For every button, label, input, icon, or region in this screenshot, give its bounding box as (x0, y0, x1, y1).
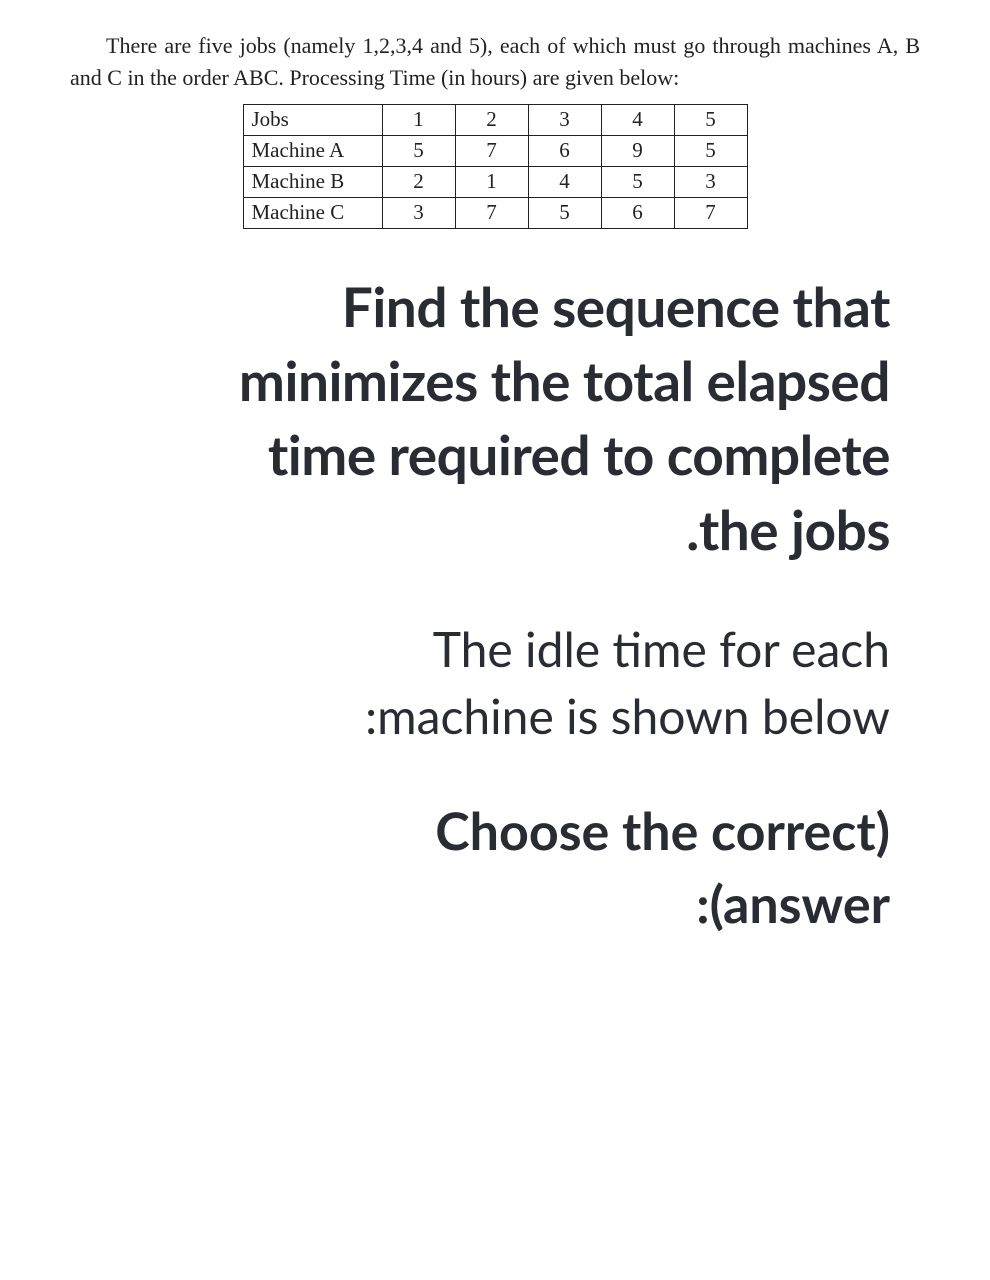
table-header-cell: 1 (382, 104, 455, 135)
question-main-line: Find the sequence that (342, 273, 890, 339)
table-header-row: Jobs 1 2 3 4 5 (243, 104, 747, 135)
table-header-jobs: Jobs (243, 104, 382, 135)
table-row: Machine B 2 1 4 5 3 (243, 166, 747, 197)
table-cell: 4 (528, 166, 601, 197)
table-header-cell: 2 (455, 104, 528, 135)
table-row-label: Machine C (243, 197, 382, 228)
table-cell: 5 (382, 135, 455, 166)
question-main: Find the sequence that minimizes the tot… (60, 269, 890, 566)
processing-time-table-wrap: Jobs 1 2 3 4 5 Machine A 5 7 6 9 5 Machi… (60, 104, 930, 229)
table-header-cell: 5 (674, 104, 747, 135)
table-cell: 1 (455, 166, 528, 197)
question-sub-line: :machine is shown below (365, 688, 890, 745)
question-main-line: minimizes the total elapsed (239, 347, 890, 413)
table-cell: 7 (455, 197, 528, 228)
table-header-cell: 3 (528, 104, 601, 135)
table-row-label: Machine B (243, 166, 382, 197)
problem-statement: There are five jobs (namely 1,2,3,4 and … (70, 30, 920, 94)
question-main-line: time required to complete (268, 421, 890, 487)
table-row: Machine C 3 7 5 6 7 (243, 197, 747, 228)
question-sub: The idle time for each :machine is shown… (60, 616, 890, 750)
question-choose-line: Choose the correct) (435, 800, 890, 862)
question-choose: Choose the correct) :(answer (60, 795, 890, 941)
table-row: Machine A 5 7 6 9 5 (243, 135, 747, 166)
question-choose-line: :(answer (696, 873, 890, 935)
table-cell: 3 (674, 166, 747, 197)
question-block: Find the sequence that minimizes the tot… (60, 269, 930, 941)
table-cell: 9 (601, 135, 674, 166)
processing-time-table: Jobs 1 2 3 4 5 Machine A 5 7 6 9 5 Machi… (243, 104, 748, 229)
table-header-cell: 4 (601, 104, 674, 135)
table-cell: 7 (455, 135, 528, 166)
table-row-label: Machine A (243, 135, 382, 166)
table-cell: 3 (382, 197, 455, 228)
table-cell: 6 (528, 135, 601, 166)
table-cell: 6 (601, 197, 674, 228)
table-cell: 5 (528, 197, 601, 228)
table-cell: 7 (674, 197, 747, 228)
table-cell: 5 (601, 166, 674, 197)
question-main-line: .the jobs (686, 496, 890, 562)
table-cell: 2 (382, 166, 455, 197)
question-sub-line: The idle time for each (433, 621, 890, 678)
table-cell: 5 (674, 135, 747, 166)
page-content: There are five jobs (namely 1,2,3,4 and … (0, 0, 990, 961)
